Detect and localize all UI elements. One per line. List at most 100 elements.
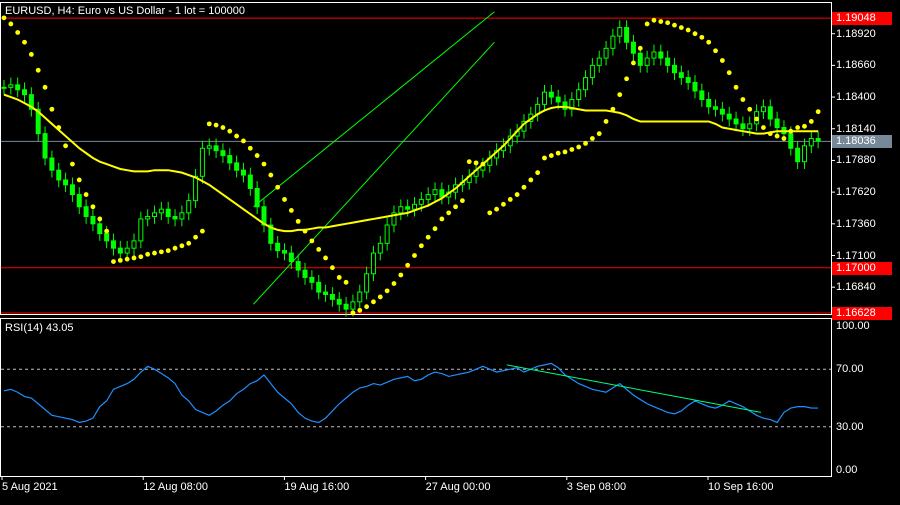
sar-dot bbox=[275, 184, 281, 190]
sar-dot bbox=[131, 255, 137, 261]
candle-body bbox=[364, 273, 370, 293]
sar-dot bbox=[42, 84, 48, 90]
sar-dot bbox=[624, 76, 629, 82]
sar-dot bbox=[761, 125, 766, 130]
candle-body bbox=[747, 123, 753, 130]
sar-dot bbox=[542, 155, 547, 161]
sar-dot bbox=[15, 30, 21, 35]
candle-body bbox=[644, 57, 650, 66]
candle-body bbox=[548, 91, 554, 98]
candle-body bbox=[295, 261, 301, 271]
sar-dot bbox=[8, 21, 14, 27]
sar-dot bbox=[323, 255, 328, 261]
candle-body bbox=[83, 206, 89, 217]
candle-body bbox=[555, 96, 561, 103]
candle-body bbox=[788, 133, 794, 149]
candle-body bbox=[801, 145, 807, 163]
sar-dot bbox=[76, 177, 82, 183]
level-tag-support-low: 1.16628 bbox=[832, 307, 892, 321]
sar-dot bbox=[685, 27, 691, 33]
sar-dot bbox=[569, 147, 575, 152]
candle-body bbox=[165, 208, 171, 217]
candle-body bbox=[733, 118, 739, 125]
sar-dot bbox=[206, 121, 212, 127]
candle-body bbox=[624, 27, 630, 43]
sar-dot bbox=[651, 17, 657, 23]
candle-body bbox=[719, 108, 725, 115]
candle-body bbox=[145, 216, 151, 220]
candle-body bbox=[637, 52, 643, 66]
sar-dot bbox=[631, 60, 636, 66]
sar-dot bbox=[535, 170, 541, 176]
candle-body bbox=[199, 147, 205, 177]
symbol-info: EURUSD, H4: Euro vs US Dollar - 1 lot = … bbox=[5, 5, 245, 17]
price-tick: 1.17880 bbox=[836, 154, 876, 167]
sar-dot bbox=[213, 122, 219, 128]
sar-dot bbox=[391, 281, 397, 286]
candle-body bbox=[583, 77, 589, 91]
sar-dot bbox=[699, 34, 705, 40]
sar-dot bbox=[398, 272, 404, 278]
sar-dot bbox=[158, 249, 164, 255]
sar-dot bbox=[104, 228, 110, 234]
candle-body bbox=[110, 240, 116, 249]
sar-dot bbox=[767, 131, 773, 137]
rsi-frame bbox=[0, 318, 832, 477]
sar-dot bbox=[726, 70, 732, 76]
rsi-line bbox=[3, 362, 819, 424]
sar-dot bbox=[788, 128, 794, 134]
moving-average-line bbox=[3, 93, 819, 233]
sar-dot bbox=[172, 245, 178, 251]
candle-body bbox=[227, 155, 233, 164]
sar-dot bbox=[713, 48, 718, 54]
candle-body bbox=[541, 91, 547, 105]
candle-body bbox=[576, 89, 582, 100]
rsi-label: RSI(14) 43.05 bbox=[5, 322, 74, 334]
candle-body bbox=[309, 276, 315, 283]
candle-body bbox=[234, 162, 240, 171]
candle-body bbox=[254, 187, 260, 208]
candle-body bbox=[336, 298, 342, 305]
sar-dot bbox=[692, 31, 698, 37]
candle-body bbox=[63, 179, 69, 186]
candle-body bbox=[685, 77, 691, 83]
candle-body bbox=[630, 41, 636, 54]
candle-body bbox=[412, 203, 417, 210]
sar-dot bbox=[179, 243, 185, 249]
sar-dot bbox=[165, 248, 171, 254]
candle-body bbox=[69, 184, 75, 196]
sar-dot bbox=[548, 153, 554, 158]
candle-body bbox=[316, 281, 322, 293]
sar-dot bbox=[740, 97, 746, 102]
candle-body bbox=[179, 212, 185, 220]
sar-dot bbox=[521, 184, 527, 190]
rsi-tick: 100.00 bbox=[836, 320, 870, 332]
sar-dot bbox=[473, 160, 479, 166]
sar-dot bbox=[562, 149, 568, 155]
candle-body bbox=[432, 189, 438, 196]
sar-dot bbox=[364, 304, 370, 310]
sar-dot bbox=[261, 161, 267, 167]
candle-body bbox=[740, 123, 746, 130]
sar-dot bbox=[145, 251, 151, 257]
sar-dot bbox=[507, 197, 513, 202]
rsi-tick: 70.00 bbox=[836, 363, 864, 376]
sar-dot bbox=[514, 192, 520, 197]
sar-dot bbox=[28, 52, 34, 57]
candle-body bbox=[774, 118, 780, 129]
candle-body bbox=[808, 138, 814, 147]
price-tick: 1.18140 bbox=[836, 122, 876, 135]
sar-dot bbox=[706, 39, 712, 45]
time-tick: 27 Aug 00:00 bbox=[425, 481, 491, 493]
candle-body bbox=[377, 242, 383, 254]
sar-dot bbox=[241, 138, 246, 144]
candle-body bbox=[1, 86, 7, 89]
sar-dot bbox=[733, 84, 739, 90]
sar-dot bbox=[330, 265, 335, 271]
sar-dot bbox=[815, 109, 821, 115]
candle-body bbox=[425, 194, 431, 200]
sar-dot bbox=[377, 294, 383, 300]
sar-dot bbox=[501, 201, 506, 207]
candle-body bbox=[651, 51, 657, 59]
candle-body bbox=[760, 106, 766, 113]
